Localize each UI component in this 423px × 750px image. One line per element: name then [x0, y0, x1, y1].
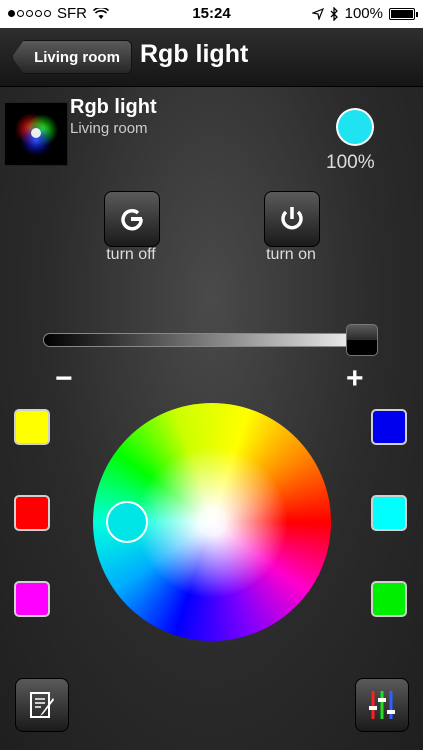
- brightness-percent: 100%: [326, 152, 375, 173]
- battery-icon: [389, 7, 418, 20]
- current-color-indicator: [338, 110, 372, 144]
- preset-red-swatch[interactable]: [14, 495, 50, 531]
- turn-on-label: turn on: [266, 246, 316, 263]
- bluetooth-icon: [330, 6, 338, 21]
- turn-off-button[interactable]: [104, 191, 160, 247]
- brightness-slider[interactable]: [43, 333, 378, 347]
- rgb-circles-icon: [15, 113, 58, 156]
- equalizer-sliders-icon: [369, 691, 395, 719]
- device-name: Rgb light: [70, 96, 157, 118]
- turn-on-button[interactable]: [264, 191, 320, 247]
- turn-off-label: turn off: [106, 246, 156, 263]
- preset-blue-swatch[interactable]: [371, 409, 407, 445]
- back-button[interactable]: Living room: [12, 40, 132, 74]
- settings-button[interactable]: [355, 678, 409, 732]
- battery-level: [391, 9, 413, 18]
- increase-brightness-icon[interactable]: +: [346, 362, 364, 396]
- edit-button[interactable]: [15, 678, 69, 732]
- preset-cyan-swatch[interactable]: [371, 495, 407, 531]
- rgb-light-icon: [4, 102, 68, 166]
- status-bar: SFR 15:24 100%: [0, 0, 423, 28]
- turn-off-icon: [121, 209, 143, 231]
- location-arrow-icon: [311, 7, 324, 20]
- color-wheel-cursor[interactable]: [106, 501, 148, 543]
- battery-percent: 100%: [344, 5, 383, 22]
- decrease-brightness-icon[interactable]: −: [55, 362, 73, 396]
- edit-note-icon: [30, 692, 54, 718]
- preset-magenta-swatch[interactable]: [14, 581, 50, 617]
- power-icon: [281, 207, 303, 230]
- device-room: Living room: [70, 120, 148, 137]
- page-title: Rgb light: [140, 40, 249, 68]
- preset-yellow-swatch[interactable]: [14, 409, 50, 445]
- navigation-bar: Living room Rgb light: [0, 28, 423, 87]
- brightness-slider-thumb[interactable]: [346, 324, 378, 356]
- preset-green-swatch[interactable]: [371, 581, 407, 617]
- status-right: 100%: [311, 5, 418, 22]
